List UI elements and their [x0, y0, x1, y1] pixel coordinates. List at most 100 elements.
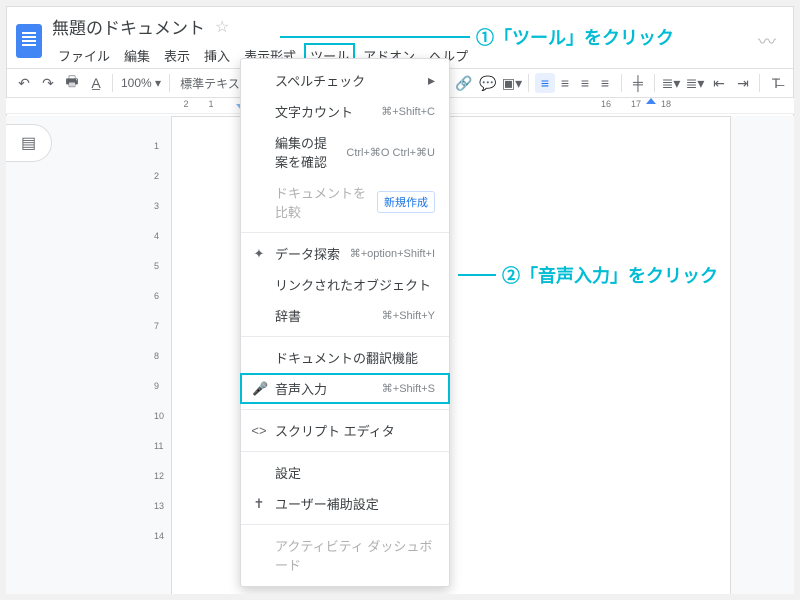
new-badge: 新規作成 [377, 191, 435, 213]
zoom-dropdown[interactable]: 100% ▾ [119, 76, 163, 90]
menu-separator [241, 451, 449, 452]
increase-indent-icon[interactable]: ⇥ [733, 73, 753, 93]
tools-dropdown: スペルチェック ▸ 文字カウント ⌘+Shift+C 編集の提案を確認 Ctrl… [240, 58, 450, 587]
ruler-mark: 18 [661, 99, 671, 109]
menu-item-translate[interactable]: ドキュメントの翻訳機能 [241, 342, 449, 373]
line-spacing-icon[interactable]: ╪ [628, 73, 648, 93]
menu-item-shortcut: Ctrl+⌘O Ctrl+⌘U [346, 146, 435, 159]
menu-edit[interactable]: 編集 [118, 43, 156, 68]
insert-comment-icon[interactable]: 💬 [478, 73, 498, 93]
insert-image-icon[interactable]: ▣▾ [502, 73, 522, 93]
ruler-mark: 13 [154, 501, 164, 511]
ruler-mark: 2 [154, 171, 159, 181]
align-group: ≡ ≡ ≡ ≡ [535, 73, 615, 93]
menu-item-voice-typing[interactable]: 🎤 音声入力 ⌘+Shift+S [240, 373, 450, 404]
menu-item-dictionary[interactable]: 辞書 ⌘+Shift+Y [241, 300, 449, 331]
menu-item-suggestions[interactable]: 編集の提案を確認 Ctrl+⌘O Ctrl+⌘U [241, 127, 449, 177]
align-left-icon[interactable]: ≡ [535, 73, 555, 93]
menu-item-shortcut: ⌘+Shift+S [382, 382, 435, 395]
ruler-mark: 9 [154, 381, 159, 391]
align-center-icon[interactable]: ≡ [555, 73, 575, 93]
ruler-mark: 16 [601, 99, 611, 109]
menu-insert[interactable]: 挿入 [198, 43, 236, 68]
right-indent-marker[interactable] [646, 98, 656, 104]
menu-item-linked-objects[interactable]: リンクされたオブジェクト [241, 269, 449, 300]
ruler-mark: 17 [631, 99, 641, 109]
ruler-mark: 10 [154, 411, 164, 421]
undo-icon[interactable]: ↶ [14, 73, 34, 93]
menu-view[interactable]: 表示 [158, 43, 196, 68]
menu-separator [241, 524, 449, 525]
menu-item-label: スペルチェック [275, 71, 420, 90]
print-icon[interactable]: 🖶 [62, 73, 82, 93]
menu-item-label: ユーザー補助設定 [275, 494, 435, 513]
menu-item-shortcut: ⌘+option+Shift+I [350, 247, 435, 260]
callout-text: ①「ツール」をクリック [476, 24, 674, 50]
annotation-callout-1: ①「ツール」をクリック [280, 24, 674, 50]
star-icon[interactable]: ☆ [215, 17, 229, 37]
menu-item-label: 編集の提案を確認 [275, 133, 338, 171]
menu-item-compare: ドキュメントを比較 新規作成 [241, 177, 449, 227]
document-title[interactable]: 無題のドキュメント [52, 14, 205, 39]
ruler-mark: 2 [183, 99, 188, 109]
align-right-icon[interactable]: ≡ [575, 73, 595, 93]
menu-item-script-editor[interactable]: <> スクリプト エディタ [241, 415, 449, 446]
menu-item-wordcount[interactable]: 文字カウント ⌘+Shift+C [241, 96, 449, 127]
menu-item-label: 辞書 [275, 306, 374, 325]
ruler-mark: 7 [154, 321, 159, 331]
separator [112, 74, 113, 92]
ruler-mark: 1 [208, 99, 213, 109]
menu-item-label: 音声入力 [275, 379, 374, 398]
docs-logo-icon[interactable] [16, 24, 42, 58]
separator [169, 74, 170, 92]
ruler-mark: 14 [154, 531, 164, 541]
callout-line [458, 274, 496, 276]
decrease-indent-icon[interactable]: ⇤ [709, 73, 729, 93]
menu-separator [241, 409, 449, 410]
menu-item-label: ドキュメントの翻訳機能 [275, 348, 435, 367]
separator [654, 74, 655, 92]
menu-item-label: アクティビティ ダッシュボード [275, 536, 435, 574]
ruler-mark: 8 [154, 351, 159, 361]
menu-item-label: ドキュメントを比較 [275, 183, 369, 221]
submenu-arrow-icon: ▸ [428, 72, 435, 89]
script-icon: <> [251, 423, 267, 438]
accessibility-icon: ✝ [251, 496, 267, 512]
ruler-mark: 4 [154, 231, 159, 241]
vertical-ruler[interactable]: 1 2 3 4 5 6 7 8 9 10 11 12 13 14 [158, 116, 170, 594]
callout-line [280, 36, 470, 38]
menu-separator [241, 232, 449, 233]
menu-item-explore[interactable]: ✦ データ探索 ⌘+option+Shift+I [241, 238, 449, 269]
ruler-mark: 1 [154, 141, 159, 151]
align-justify-icon[interactable]: ≡ [595, 73, 615, 93]
ruler-mark: 12 [154, 471, 164, 481]
menu-item-shortcut: ⌘+Shift+Y [382, 309, 435, 322]
separator [528, 74, 529, 92]
menu-item-spellcheck[interactable]: スペルチェック ▸ [241, 65, 449, 96]
separator [759, 74, 760, 92]
paint-format-icon[interactable]: A̲ [86, 73, 106, 93]
redo-icon[interactable]: ↷ [38, 73, 58, 93]
annotation-callout-2: ②「音声入力」をクリック [458, 262, 718, 288]
numbered-list-icon[interactable]: ≣▾ [661, 73, 681, 93]
menu-item-accessibility[interactable]: ✝ ユーザー補助設定 [241, 488, 449, 519]
ruler-mark: 6 [154, 291, 159, 301]
outline-toggle[interactable]: ▤ [6, 124, 52, 162]
menu-item-shortcut: ⌘+Shift+C [381, 105, 435, 118]
bulleted-list-icon[interactable]: ≣▾ [685, 73, 705, 93]
clear-formatting-icon[interactable]: T̶ [766, 73, 786, 93]
ruler-mark: 3 [154, 201, 159, 211]
activity-trend-icon[interactable]: 〰 [758, 28, 784, 54]
callout-text: ②「音声入力」をクリック [502, 262, 718, 288]
outline-icon: ▤ [21, 133, 36, 153]
menu-item-label: データ探索 [275, 244, 342, 263]
menu-item-label: スクリプト エディタ [275, 421, 435, 440]
menu-file[interactable]: ファイル [52, 43, 116, 68]
insert-link-icon[interactable]: 🔗 [454, 73, 474, 93]
menu-separator [241, 336, 449, 337]
explore-icon: ✦ [251, 246, 267, 262]
microphone-icon: 🎤 [252, 381, 268, 397]
ruler-mark: 5 [154, 261, 159, 271]
menu-item-preferences[interactable]: 設定 [241, 457, 449, 488]
separator [621, 74, 622, 92]
